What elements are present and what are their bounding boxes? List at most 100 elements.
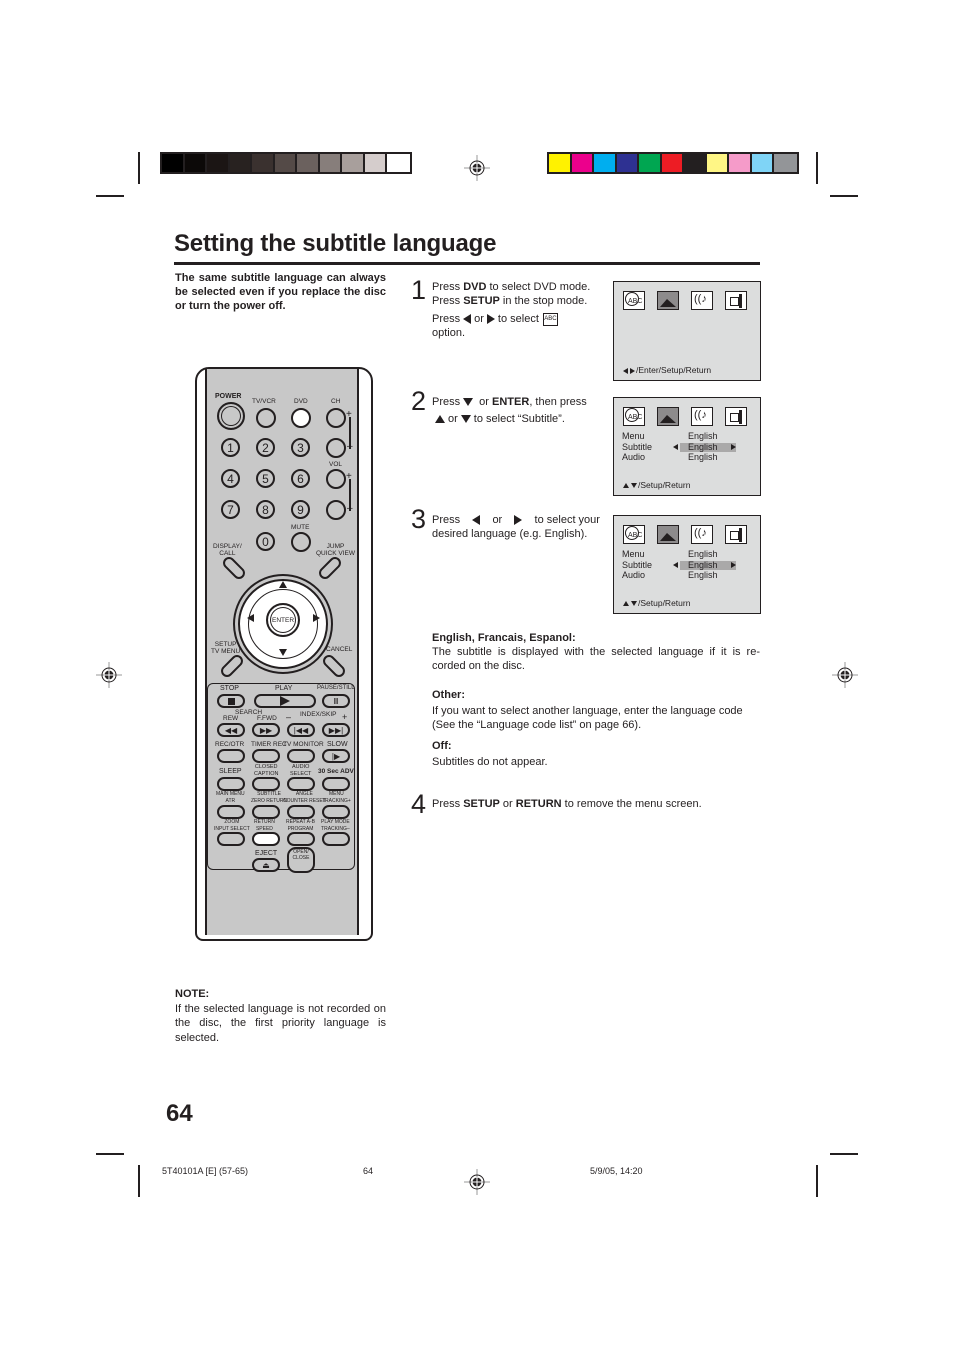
setup-icon bbox=[725, 291, 747, 310]
play-mode-button[interactable] bbox=[322, 832, 350, 846]
digit-8-button[interactable]: 8 bbox=[256, 500, 275, 519]
color-swatch bbox=[684, 154, 707, 172]
option-off: Off: Subtitles do not appear. bbox=[432, 739, 760, 769]
repeat-label: REPEAT A-B PROGRAM bbox=[286, 819, 315, 832]
pause-still-button[interactable]: II bbox=[322, 694, 350, 708]
setup-icon bbox=[725, 407, 747, 426]
zoom-label: ZOOM INPUT SELECT bbox=[214, 819, 250, 832]
gray-swatch bbox=[252, 154, 275, 172]
rec-otr-button[interactable] bbox=[217, 749, 245, 763]
text: to remove the menu screen. bbox=[561, 798, 702, 810]
closed-caption-label: CLOSED CAPTION bbox=[254, 764, 279, 777]
color-swatch bbox=[729, 154, 752, 172]
color-swatch bbox=[706, 154, 729, 172]
return-speed-button[interactable] bbox=[252, 832, 280, 846]
digit-9-button[interactable]: 9 bbox=[291, 500, 310, 519]
enter-button[interactable]: ENTER bbox=[266, 603, 300, 637]
footer-page: 64 bbox=[363, 1166, 374, 1176]
down-arrow-icon[interactable] bbox=[279, 649, 287, 656]
enter-label: ENTER bbox=[271, 616, 295, 624]
step-number: 3 bbox=[411, 504, 427, 534]
osd-row-subtitle: Subtitle English bbox=[622, 560, 754, 571]
text: or bbox=[499, 798, 516, 810]
eject-button[interactable]: ⏏ bbox=[252, 858, 280, 872]
digit-6-button[interactable]: 6 bbox=[291, 469, 310, 488]
vol-up-button[interactable] bbox=[326, 469, 346, 489]
up-arrow-icon bbox=[623, 601, 629, 607]
remote-control-illustration: POWER TV/VCR DVD CH + – 1 2 3 4 5 6 7 8 … bbox=[195, 367, 373, 941]
gray-swatch bbox=[229, 154, 252, 172]
right-arrow-icon[interactable] bbox=[313, 614, 320, 622]
skip-back-button[interactable]: |◀◀ bbox=[287, 723, 315, 737]
digit-3-button[interactable]: 3 bbox=[291, 438, 310, 457]
note-heading: NOTE: bbox=[175, 988, 210, 1000]
dvd-button[interactable] bbox=[291, 408, 311, 428]
repeat-ab-button[interactable] bbox=[287, 832, 315, 846]
sleep-button[interactable] bbox=[217, 777, 245, 791]
digit-1-button[interactable]: 1 bbox=[221, 438, 240, 457]
down-arrow-icon bbox=[463, 398, 474, 407]
subtitle-button[interactable] bbox=[252, 805, 280, 819]
digit-0-button[interactable]: 0 bbox=[256, 532, 275, 551]
closed-caption-button[interactable] bbox=[252, 777, 280, 791]
slow-button[interactable]: |▶ bbox=[322, 749, 350, 763]
osd-screen-3: Menu English Subtitle English Audio English… bbox=[613, 515, 761, 614]
color-swatch bbox=[571, 154, 594, 172]
setup-key: SETUP bbox=[463, 295, 500, 307]
osd-row-audio: Audio English bbox=[622, 452, 754, 463]
stop-button[interactable] bbox=[217, 694, 245, 708]
rew-label: REW bbox=[223, 715, 239, 722]
option-heading: English, Francais, Espanol: bbox=[432, 632, 576, 644]
registration-mark-icon bbox=[464, 155, 490, 181]
tv-monitor-button[interactable] bbox=[287, 749, 315, 763]
digit-7-button[interactable]: 7 bbox=[221, 500, 240, 519]
skip-forward-button[interactable]: ▶▶| bbox=[322, 723, 350, 737]
up-arrow-icon[interactable] bbox=[279, 581, 287, 588]
gray-swatch bbox=[342, 154, 365, 172]
language-icon bbox=[623, 407, 645, 426]
subtitle-label: SUBTITLE ZERO RETURN bbox=[251, 791, 288, 804]
ch-up-button[interactable] bbox=[326, 408, 346, 428]
gray-swatch bbox=[162, 154, 185, 172]
left-arrow-icon[interactable] bbox=[247, 614, 254, 622]
step-number: 1 bbox=[411, 275, 427, 305]
stop-label: STOP bbox=[220, 685, 239, 692]
language-icon: ABC bbox=[542, 312, 558, 326]
main-menu-button[interactable] bbox=[217, 805, 245, 819]
digit-4-button[interactable]: 4 bbox=[221, 469, 240, 488]
eject-label: EJECT bbox=[255, 850, 278, 857]
gray-swatch bbox=[364, 154, 387, 172]
open-close-button[interactable]: OPEN/ CLOSE bbox=[287, 847, 315, 873]
tvmonitor-label: TV MONITOR bbox=[283, 741, 324, 748]
digit-2-button[interactable]: 2 bbox=[256, 438, 275, 457]
fast-forward-button[interactable]: ▶▶ bbox=[252, 723, 280, 737]
vol-down-button[interactable] bbox=[326, 500, 346, 520]
play-button[interactable] bbox=[254, 694, 316, 708]
index-label: INDEX/SKIP bbox=[300, 711, 337, 718]
angle-button[interactable] bbox=[287, 805, 315, 819]
sleep-label: SLEEP bbox=[219, 768, 242, 775]
mute-label: MUTE bbox=[291, 524, 310, 531]
audio-select-button[interactable] bbox=[287, 777, 315, 791]
right-arrow-icon bbox=[486, 314, 495, 325]
down-arrow-icon bbox=[460, 415, 471, 424]
mute-button[interactable] bbox=[291, 532, 311, 552]
ch-plus: + bbox=[346, 409, 352, 420]
index-plus: + bbox=[342, 712, 348, 722]
menu-button[interactable] bbox=[322, 805, 350, 819]
text: /Setup/Return bbox=[638, 480, 691, 490]
zoom-button[interactable] bbox=[217, 832, 245, 846]
setup-icon bbox=[725, 525, 747, 544]
30-sec-adv-button[interactable] bbox=[322, 777, 350, 791]
power-button[interactable] bbox=[217, 402, 245, 430]
timer-rec-button[interactable] bbox=[252, 749, 280, 763]
osd-footer: /Setup/Return bbox=[622, 598, 690, 608]
tvvcr-button[interactable] bbox=[256, 408, 276, 428]
adv-label: 30 Sec ADV bbox=[318, 768, 354, 775]
rewind-button[interactable]: ◀◀ bbox=[217, 723, 245, 737]
digit-5-button[interactable]: 5 bbox=[256, 469, 275, 488]
tvvcr-label: TV/VCR bbox=[252, 398, 276, 405]
color-swatch bbox=[751, 154, 774, 172]
ch-down-button[interactable] bbox=[326, 438, 346, 458]
setup-label: SETUP TV MENU bbox=[211, 641, 241, 655]
